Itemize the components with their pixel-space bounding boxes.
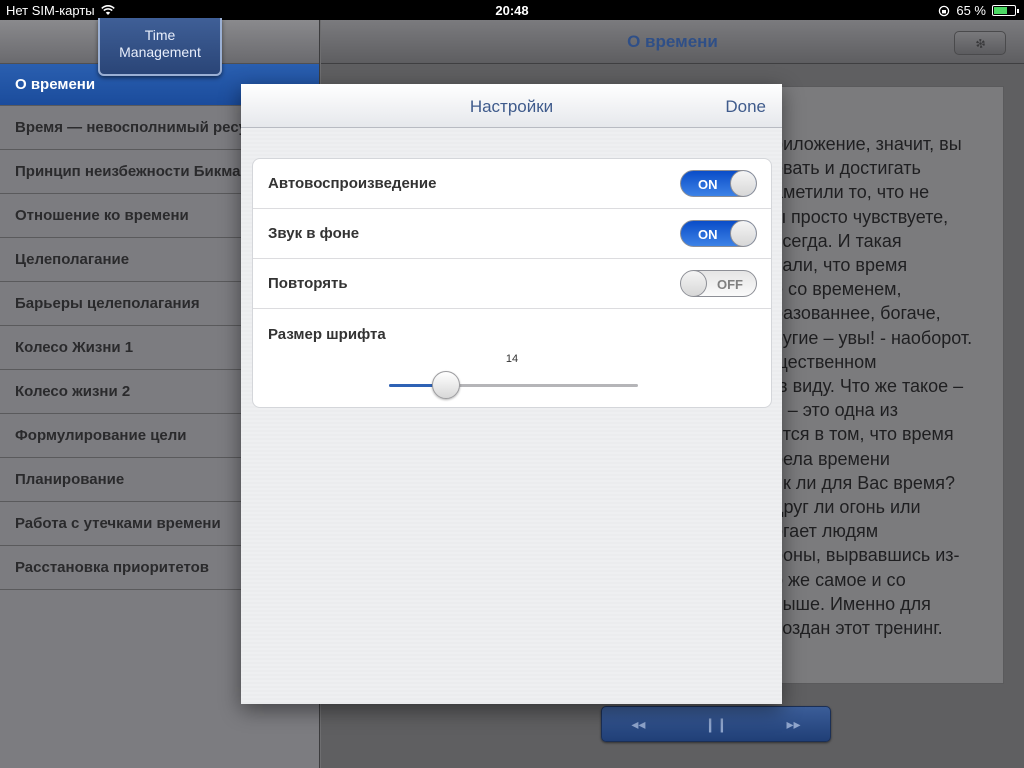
text-line: о же самое и со [773,569,906,590]
text-line: создан этот тренинг. [773,618,943,639]
text-line: ик ли для Вас время? [773,472,955,493]
text-line: аметили то, что не [773,182,930,203]
font-size-label: Размер шрифта [268,326,386,343]
toggle-knob [730,171,756,196]
toggle-state: OFF [717,277,743,292]
text-line: роны, вырвавшись из- [773,545,960,566]
audio-player: ◂◂ ❙❙ ▸▸ [601,706,831,742]
battery-percent: 65 % [956,3,986,18]
detail-title: О времени [627,32,718,51]
text-line: риложение, значит, вы [773,134,962,154]
forward-button[interactable]: ▸▸ [787,716,801,733]
font-size-value: 14 [505,353,519,365]
clock: 20:48 [495,3,529,18]
battery-fill [994,7,1007,14]
settings-nav-bar: Настройки Done [241,84,782,128]
text-line: выше. Именно для [773,593,931,614]
sidebar-header: Time Management [0,18,319,76]
text-line: ятся в том, что время [773,424,954,445]
slider-thumb[interactable] [432,371,461,399]
text-line: ругие – увы! - наоборот. [773,327,973,348]
toggle-knob [681,271,707,296]
text-line: в виду. Что же такое – [773,376,964,397]
toggle-switch[interactable]: ON [680,170,757,197]
text-line: евать и достигать [773,158,921,179]
toggle-knob [730,221,756,246]
gear-icon [975,38,985,48]
settings-popover: Настройки Done Автовоспроизведение ON Звук… [241,84,782,704]
article-text: риложение, значит, вы евать и достигать ам… [773,132,1013,640]
font-size-row: Размер шрифта 14 [253,309,771,407]
text-line: щественном [773,351,877,372]
status-right: 65 % [938,3,1019,18]
toggle-switch[interactable]: OFF [680,270,757,297]
setting-row: Повторять OFF [253,259,771,309]
toggle-state: ON [698,177,718,192]
lock-rotation-icon [939,5,950,16]
app-logo: Time Management [98,18,222,76]
text-line: друг ли огонь или [773,497,921,518]
setting-row: Звук в фоне ON [253,209,771,259]
settings-group: Автовоспроизведение ON Звук в фоне ON Повтор… [252,158,772,408]
battery-icon [992,5,1019,16]
text-line: ы просто чувствуете, [773,206,949,227]
pause-button[interactable]: ❙❙ [704,716,727,733]
text-line: я – это одна из [773,400,898,421]
text-line: е со временем, [773,279,902,300]
logo-line-1: Time [144,27,176,43]
text-line: всегда. И такая [773,230,902,251]
text-line: чали, что время [773,255,908,276]
settings-rows: Автовоспроизведение ON Звук в фоне ON Повтор… [253,159,771,309]
detail-nav-bar: О времени [321,20,1024,64]
status-bar: Нет SIM-карты 20:48 65 % [0,0,1024,20]
text-line: рела времени [773,448,890,469]
settings-button[interactable] [954,31,1006,55]
setting-label: Повторять [268,275,348,292]
toggle-switch[interactable]: ON [680,220,757,247]
setting-label: Автовоспроизведение [268,175,437,192]
rewind-button[interactable]: ◂◂ [631,716,645,733]
text-line: огает людям [773,521,879,542]
font-size-slider[interactable] [389,371,638,399]
text-line: разованнее, богаче, [773,303,941,324]
settings-title: Настройки [469,97,554,116]
done-button[interactable]: Done [725,97,766,117]
logo-line-2: Management [119,44,201,60]
setting-label: Звук в фоне [268,225,360,242]
toggle-state: ON [698,227,718,242]
setting-row: Автовоспроизведение ON [253,159,771,209]
